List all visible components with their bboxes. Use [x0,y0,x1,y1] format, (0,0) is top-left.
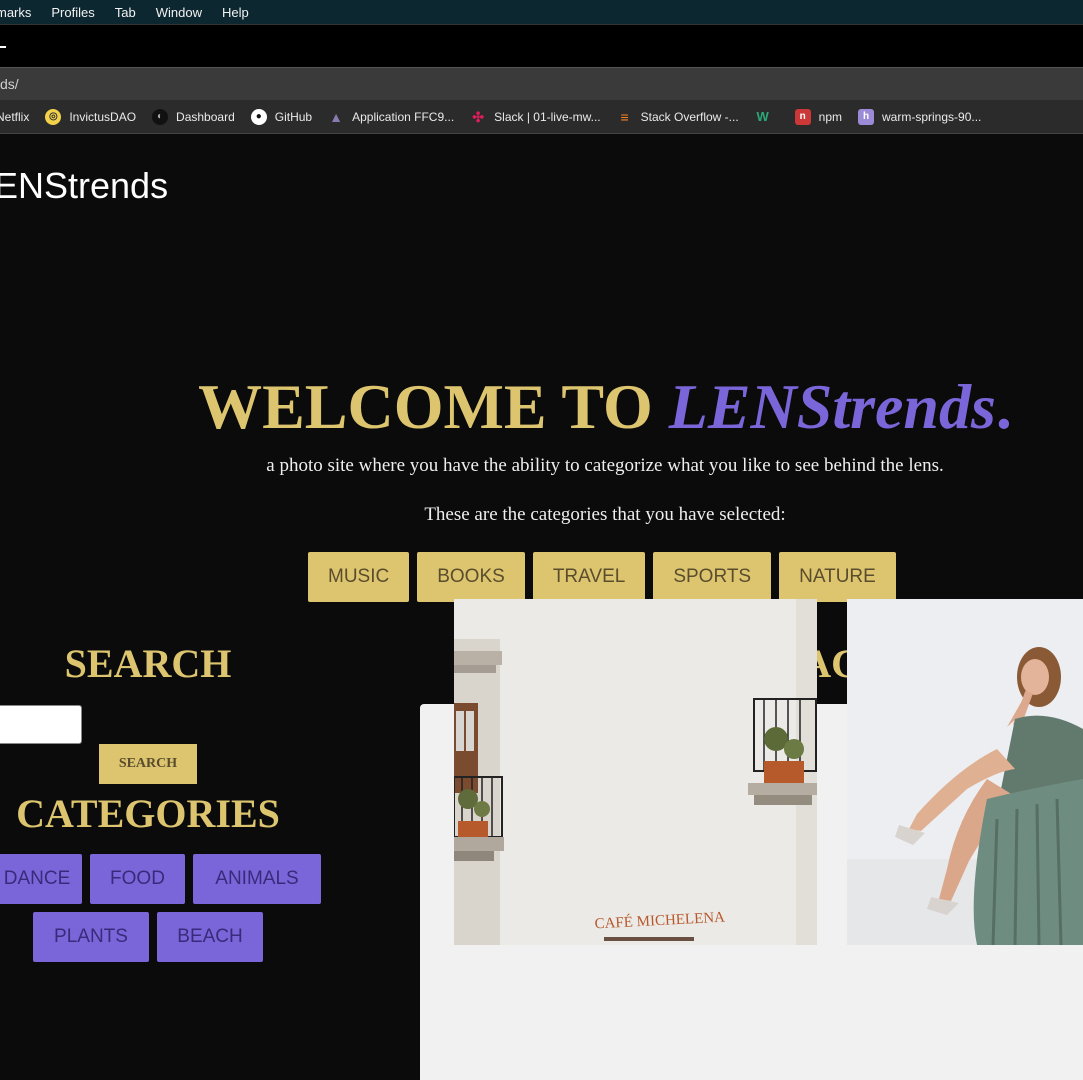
bookmark-label: Slack | 01-live-mw... [494,109,601,124]
npm-icon: n [794,108,811,125]
brand-logo[interactable]: ENStrends [0,165,168,207]
bookmark-label: warm-springs-90... [882,109,982,124]
macos-menu-bar: marks Profiles Tab Window Help [0,0,1083,24]
bookmark-label: Dashboard [176,109,235,124]
search-button[interactable]: SEARCH [99,744,197,784]
address-bar[interactable]: ds/ [0,67,1083,100]
category-button-travel[interactable]: TRAVEL [532,552,646,602]
woman-dress-illustration [847,599,1083,945]
w-icon: W [756,108,769,124]
hero-title-accent: LENStrends [668,371,996,442]
search-heading: SEARCH [64,641,232,686]
category-button-books[interactable]: BOOKS [417,552,525,602]
hero-title: WELCOME TO LENStrends. [0,370,1083,444]
menu-tab[interactable]: Tab [115,5,136,20]
category-button-music[interactable]: MUSIC [308,552,410,602]
category-button-dance[interactable]: DANCE [0,854,82,904]
slack-icon: ✣ [472,108,485,125]
bookmark-netflix[interactable]: Netflix [0,110,29,124]
menu-bookmarks[interactable]: marks [0,5,31,20]
bookmarks-bar: Netflix ◎ InvictusDAO ◐ Dashboard ● GitH… [0,100,1083,134]
bookmark-slack[interactable]: ✣ Slack | 01-live-mw... [470,109,600,125]
hero-title-prefix: WELCOME TO [198,371,669,442]
bookmark-w[interactable]: W [755,109,779,125]
menu-help[interactable]: Help [222,5,249,20]
selected-categories-note: These are the categories that you have s… [424,504,786,525]
heroku-icon: h [858,108,875,125]
category-button-nature[interactable]: NATURE [779,552,896,602]
category-button-plants[interactable]: PLANTS [33,912,149,962]
bookmark-npm[interactable]: n npm [794,108,843,125]
categories-heading: CATEGORIES [16,791,280,836]
cafe-facade-illustration: CAFÉ MICHELENA [454,599,817,945]
bookmark-invictusdao[interactable]: ◎ InvictusDAO [45,108,137,125]
search-input[interactable] [0,705,82,744]
bookmark-label: Netflix [0,109,30,124]
bookmark-application[interactable]: ▲ Application FFC9... [328,109,454,125]
stackoverflow-icon: ≡ [620,108,629,125]
bookmark-dashboard[interactable]: ◐ Dashboard [152,108,235,125]
category-button-animals[interactable]: ANIMALS [193,854,321,904]
url-text[interactable]: ds/ [0,76,19,92]
hero-title-dot: . [995,371,1012,442]
bookmark-heroku[interactable]: h warm-springs-90... [858,108,982,125]
photo-cafe-facade[interactable]: CAFÉ MICHELENA [454,599,817,945]
bookmark-label: InvictusDAO [69,109,137,124]
category-button-food[interactable]: FOOD [90,854,185,904]
menu-profiles[interactable]: Profiles [51,5,94,20]
application-icon: ▲ [329,108,344,125]
hero-tagline: a photo site where you have the ability … [266,455,944,476]
invictusdao-icon: ◎ [45,108,62,125]
bookmark-label: npm [818,109,843,124]
selected-categories: MUSIC BOOKS TRAVEL SPORTS NATURE [308,552,896,602]
photo-woman-green-dress[interactable] [847,599,1083,945]
bookmark-github[interactable]: ● GitHub [250,108,313,125]
bookmark-label: Stack Overflow -... [640,109,739,124]
bookmark-stackoverflow[interactable]: ≡ Stack Overflow -... [617,109,739,125]
browser-tab-strip [0,24,1083,67]
github-icon: ● [250,108,267,125]
menu-window[interactable]: Window [156,5,202,20]
category-button-sports[interactable]: SPORTS [653,552,772,602]
tab-close-icon[interactable] [0,46,6,48]
dashboard-icon: ◐ [152,108,169,125]
bookmark-label: GitHub [274,109,313,124]
category-button-beach[interactable]: BEACH [157,912,263,962]
bookmark-label: Application FFC9... [352,109,455,124]
